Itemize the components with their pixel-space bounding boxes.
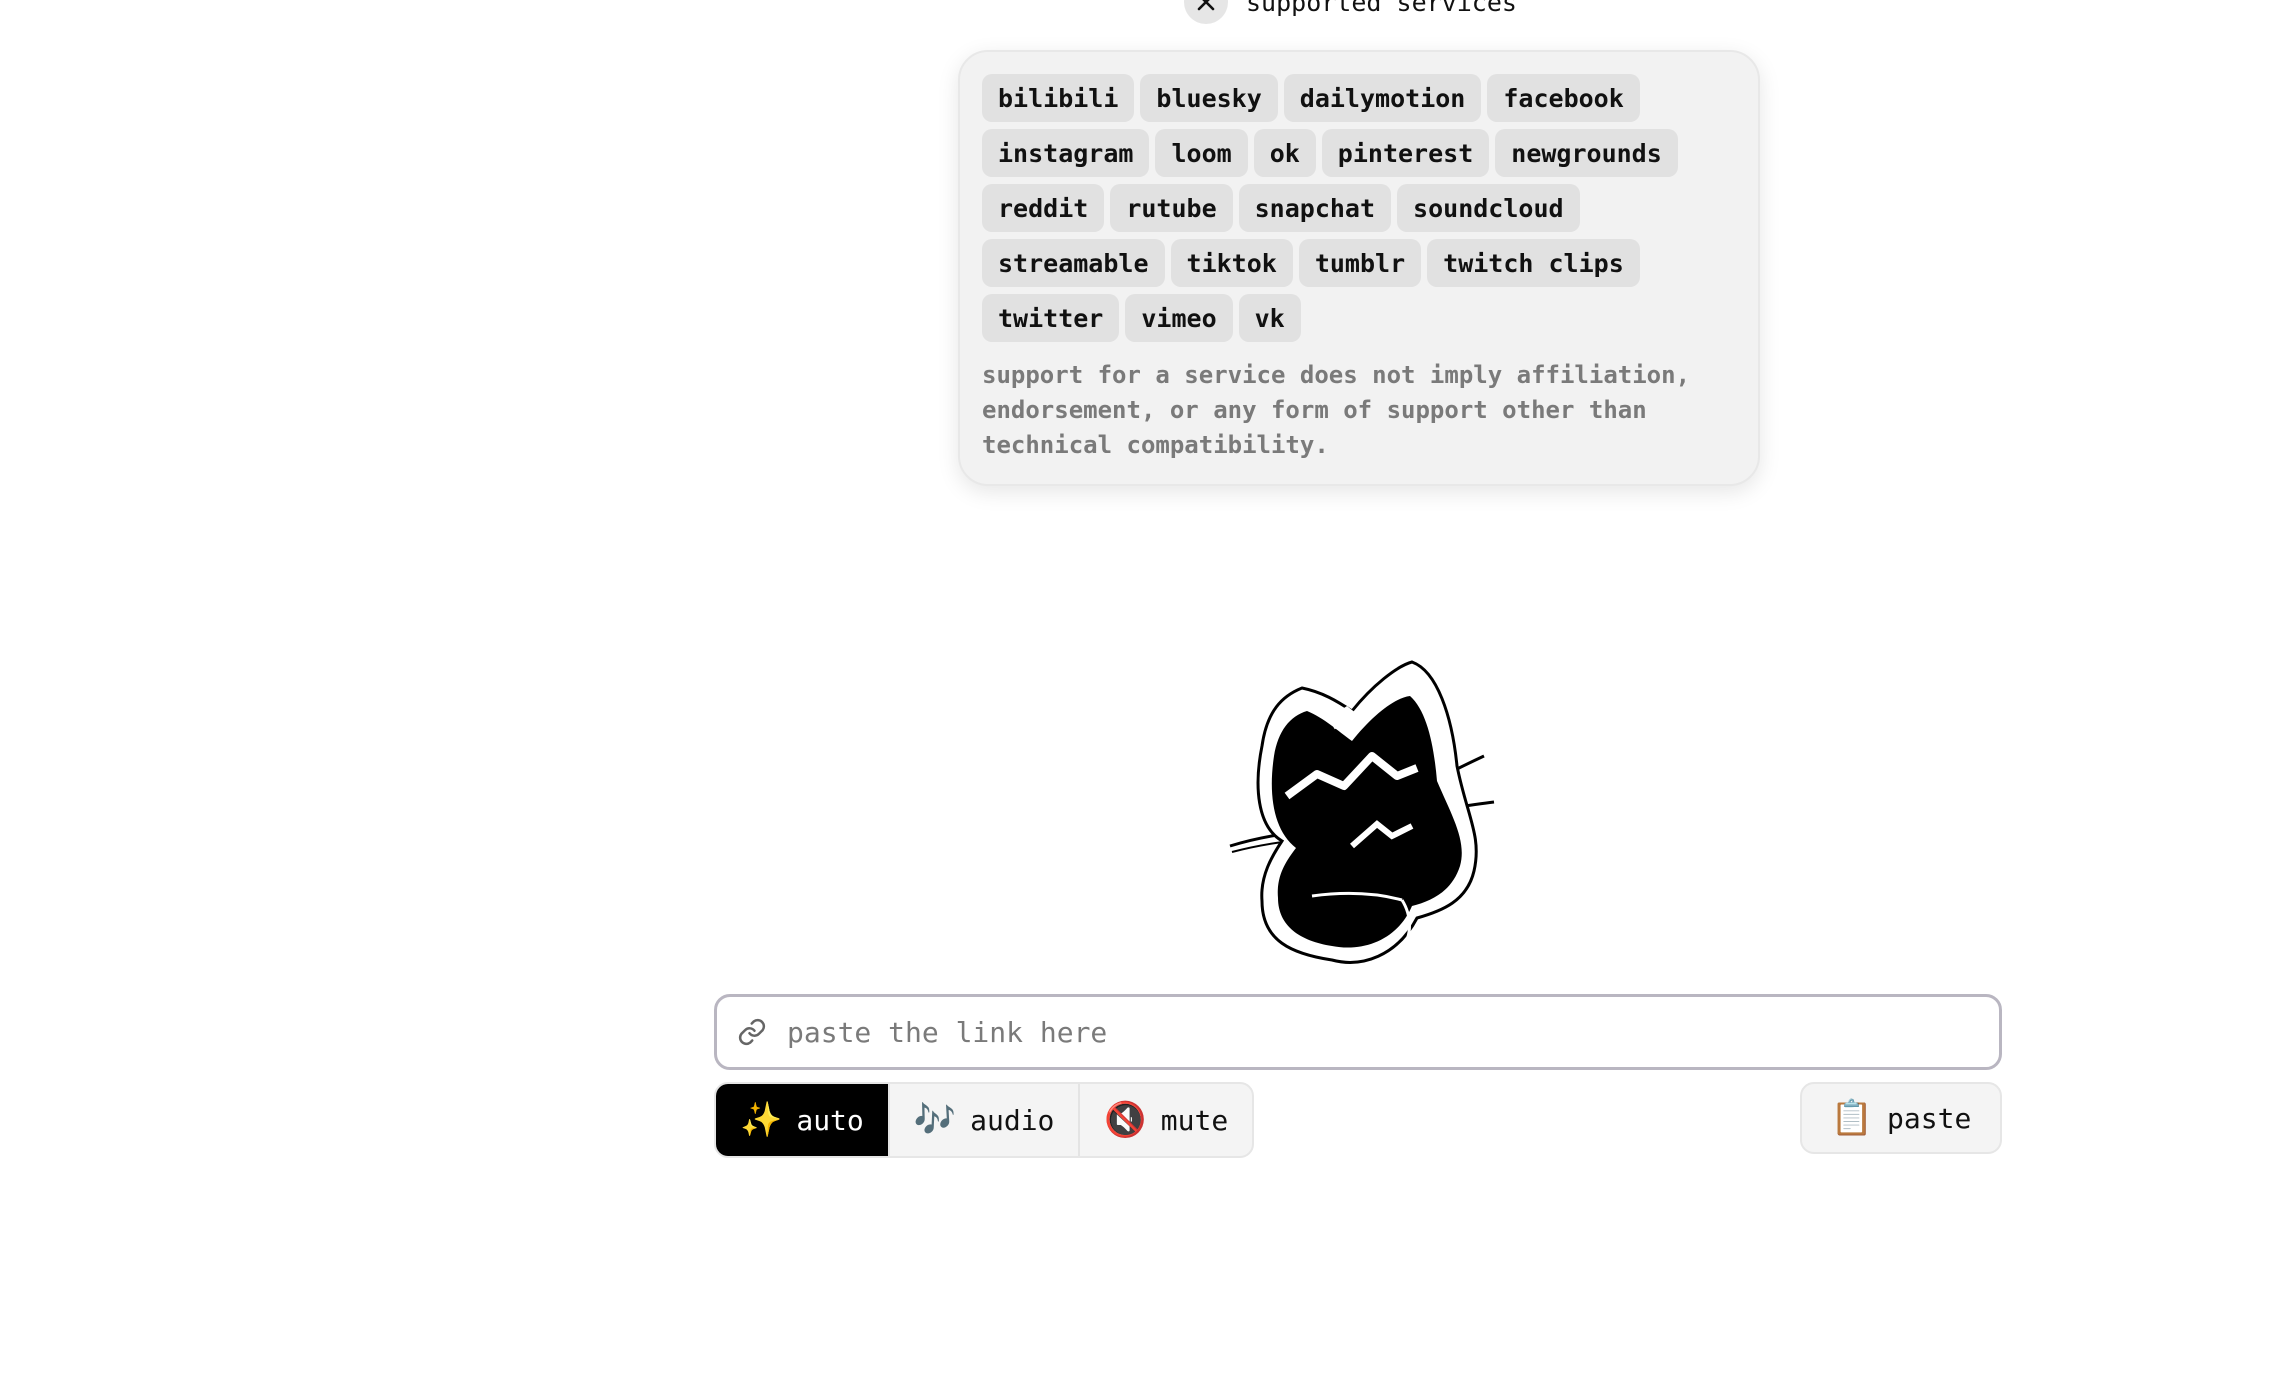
sparkles-icon: ✨ <box>740 1100 783 1140</box>
service-chip: loom <box>1155 129 1248 177</box>
service-chip: tumblr <box>1298 239 1422 287</box>
service-chip: bilibili <box>982 74 1135 122</box>
service-chip: tiktok <box>1170 239 1293 287</box>
mode-mute-label: mute <box>1160 1103 1229 1137</box>
services-header: supported services <box>1184 0 1517 24</box>
service-chip: vk <box>1238 294 1301 342</box>
service-chip: snapchat <box>1238 184 1392 232</box>
service-chip: newgrounds <box>1495 129 1678 177</box>
service-chip: reddit <box>982 184 1105 232</box>
paste-button[interactable]: 📋 paste <box>1800 1082 2002 1154</box>
service-chip: soundcloud <box>1397 184 1580 232</box>
mode-auto-button[interactable]: ✨ auto <box>716 1084 890 1156</box>
service-chip: dailymotion <box>1283 74 1482 122</box>
services-disclaimer: support for a service does not imply aff… <box>982 361 1691 459</box>
close-button[interactable] <box>1184 0 1228 24</box>
service-chip: pinterest <box>1321 129 1490 177</box>
service-chip: twitter <box>982 294 1120 342</box>
close-icon <box>1197 0 1215 11</box>
link-input-container[interactable] <box>714 994 2002 1070</box>
muted-speaker-icon: 🔇 <box>1104 1100 1147 1140</box>
service-chip: twitch clips <box>1427 239 1640 287</box>
service-chip: vimeo <box>1125 294 1233 342</box>
service-chip: rutube <box>1110 184 1233 232</box>
paste-label: paste <box>1887 1101 1972 1135</box>
mode-mute-button[interactable]: 🔇 mute <box>1080 1084 1252 1156</box>
clipboard-icon: 📋 <box>1830 1098 1874 1138</box>
link-icon <box>738 1018 766 1046</box>
link-input[interactable] <box>785 1014 1939 1050</box>
mode-auto-label: auto <box>796 1103 864 1137</box>
services-list: bilibili bluesky dailymotion facebook instag… <box>982 74 1740 342</box>
service-chip: streamable <box>982 239 1165 287</box>
service-chip: ok <box>1253 129 1316 177</box>
cat-mascot-icon <box>1229 660 1495 964</box>
music-notes-icon: 🎶 <box>913 1100 957 1140</box>
service-chip: bluesky <box>1140 74 1278 122</box>
service-chip: instagram <box>982 129 1150 177</box>
supported-services-panel: bilibili bluesky dailymotion facebook instag… <box>958 50 1760 486</box>
mode-audio-label: audio <box>970 1103 1055 1137</box>
mode-audio-button[interactable]: 🎶 audio <box>890 1084 1081 1156</box>
download-mode-selector: ✨ auto 🎶 audio 🔇 mute <box>714 1082 1255 1158</box>
service-chip: facebook <box>1487 74 1640 122</box>
services-title: supported services <box>1246 0 1517 17</box>
